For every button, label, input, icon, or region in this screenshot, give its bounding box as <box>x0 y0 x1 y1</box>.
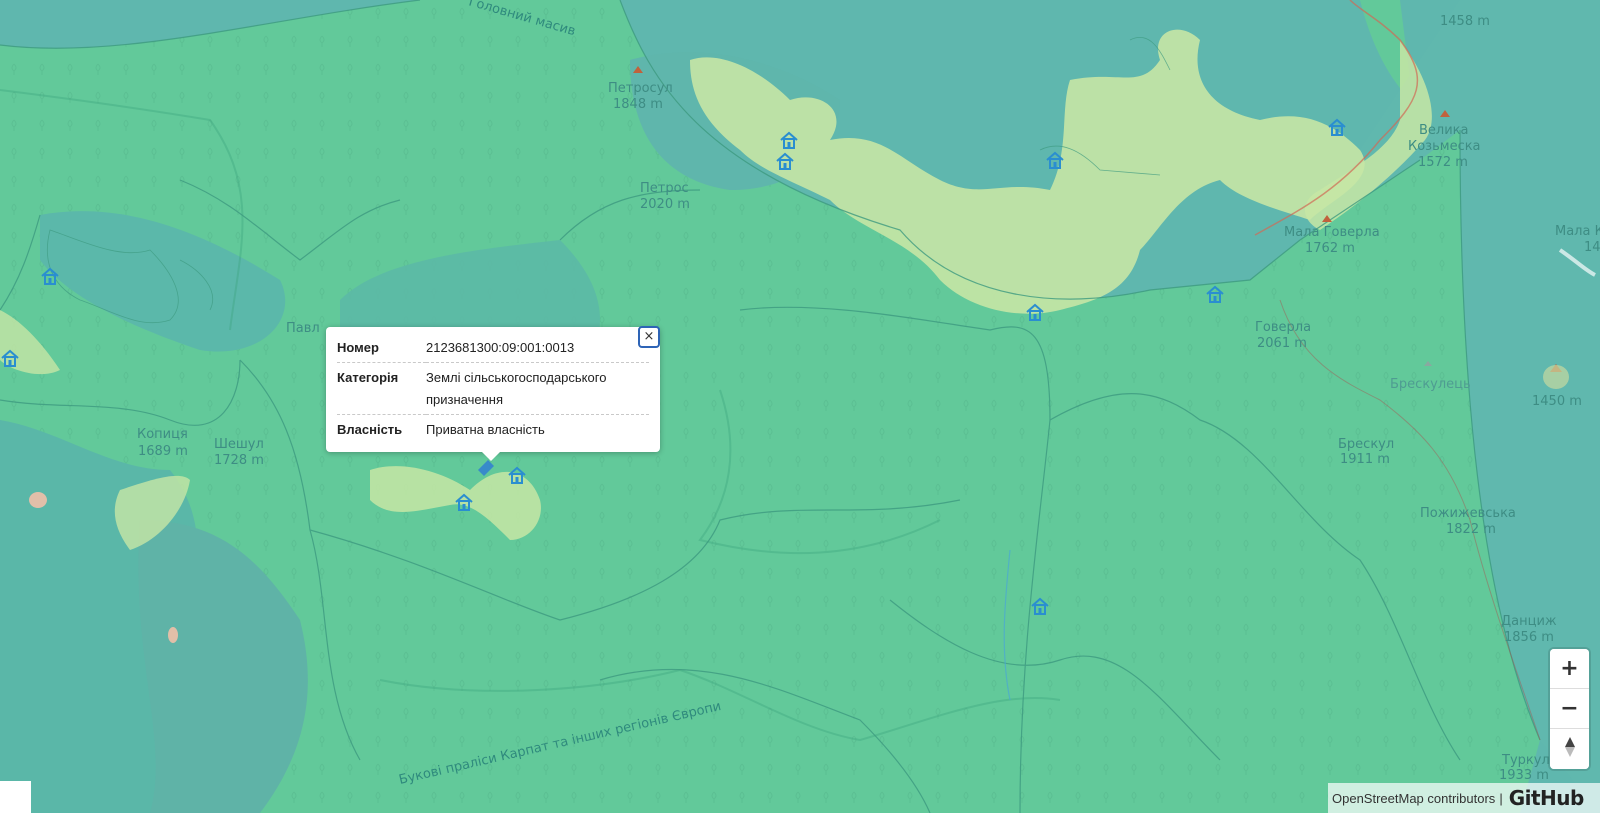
compass-icon <box>1564 737 1575 757</box>
popup-row-value: Приватна власність <box>426 422 545 437</box>
label-petros: Петрос <box>640 181 689 196</box>
github-link[interactable]: GitHub <box>1509 786 1585 810</box>
popup-row-value: Землі сільськогосподарського призначення <box>426 362 649 415</box>
popup-row: Номер 2123681300:09:001:0013 <box>337 333 649 363</box>
label-hoverla-elev: 2061 m <box>1257 336 1307 351</box>
label-pavl: Павл <box>286 321 320 336</box>
popup-row-key: Категорія <box>337 362 426 415</box>
popup-row-value: 2123681300:09:001:0013 <box>426 333 649 363</box>
label-breskul-elev: 1911 m <box>1340 452 1390 467</box>
popup-row-key: Номер <box>337 333 426 363</box>
label-kopytsia: Копиця <box>137 427 188 442</box>
label-mala-k: Мала К <box>1555 224 1600 239</box>
label-sheshul-elev: 1728 m <box>214 453 264 468</box>
map-canvas[interactable]: Головний масив Петросул 1848 m Петрос 20… <box>0 0 1600 813</box>
label-velyka-2: Козьмеска <box>1408 139 1481 154</box>
label-mala-hoverla-elev: 1762 m <box>1305 241 1355 256</box>
attribution-bar: OpenStreetMap contributors | GitHub <box>1328 783 1600 813</box>
label-pozhyzhevska-elev: 1822 m <box>1446 522 1496 537</box>
attribution-separator: | <box>1499 790 1503 806</box>
label-mala-hoverla: Мала Говерла <box>1284 225 1380 240</box>
zoom-out-button[interactable]: − <box>1550 689 1589 729</box>
label-petros-elev: 2020 m <box>640 197 690 212</box>
label-turkul-elev: 1933 m <box>1499 768 1549 783</box>
popup-tip <box>481 451 501 461</box>
label-velyka-1: Велика <box>1419 123 1469 138</box>
label-mala-k-elev: 14 <box>1584 240 1600 255</box>
reset-north-button[interactable] <box>1550 729 1589 769</box>
parcel-info-table: Номер 2123681300:09:001:0013 Категорія Земл… <box>337 333 649 444</box>
popup-row: Власність Приватна власність <box>337 415 649 445</box>
popup-row-key: Власність <box>337 422 403 437</box>
label-pozhyzhevska: Пожижевська <box>1420 506 1516 521</box>
osm-attribution-link[interactable]: OpenStreetMap contributors <box>1332 791 1495 806</box>
label-breskulets: Брескулець <box>1390 377 1471 392</box>
corner-panel <box>0 781 31 813</box>
label-danchyzh: Данциж <box>1501 614 1557 629</box>
popup-close-button[interactable]: × <box>638 326 660 348</box>
label-velyka-elev: 1572 m <box>1418 155 1468 170</box>
label-petrosul-elev: 1848 m <box>613 97 663 112</box>
label-kopytsia-elev: 1689 m <box>138 444 188 459</box>
label-turkul: Туркул <box>1501 753 1550 768</box>
label-1458: 1458 m <box>1440 14 1490 29</box>
popup-row: Категорія Землі сільськогосподарського пр… <box>337 362 649 415</box>
label-1450: 1450 m <box>1532 394 1582 409</box>
parcel-popup: Номер 2123681300:09:001:0013 Категорія Земл… <box>326 326 660 461</box>
zoom-controls: + − <box>1550 649 1589 769</box>
label-petrosul: Петросул <box>608 81 673 96</box>
label-breskul: Брескул <box>1338 437 1394 452</box>
label-sheshul: Шешул <box>214 437 264 452</box>
label-hoverla: Говерла <box>1255 320 1311 335</box>
label-danchyzh-elev: 1856 m <box>1504 630 1554 645</box>
zoom-in-button[interactable]: + <box>1550 649 1589 689</box>
